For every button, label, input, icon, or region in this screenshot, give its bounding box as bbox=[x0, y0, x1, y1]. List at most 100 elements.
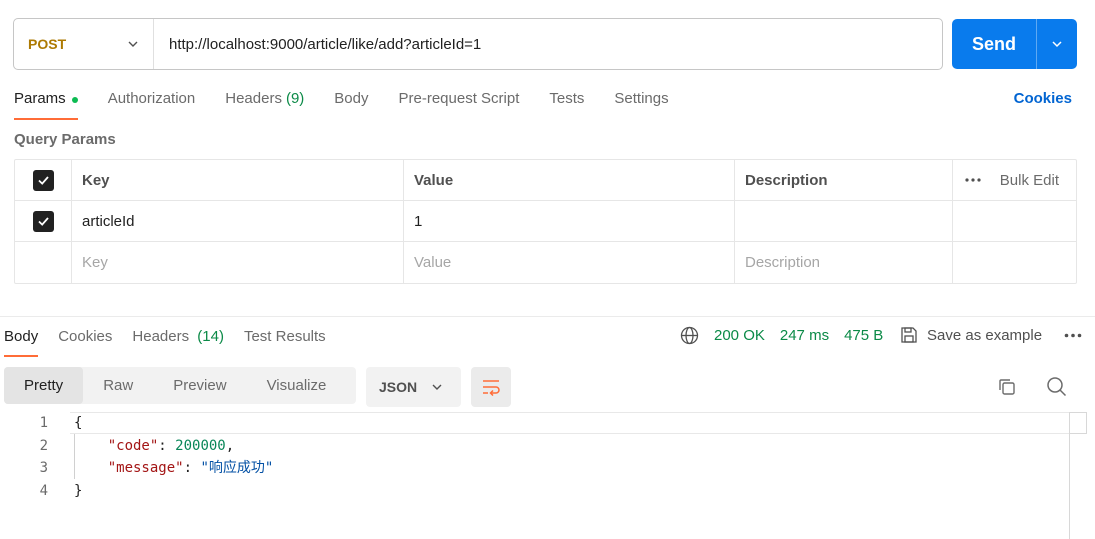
row-actions-cell bbox=[953, 242, 1076, 283]
row-checkbox-cell bbox=[15, 201, 72, 241]
more-options-icon[interactable] bbox=[1064, 333, 1082, 338]
wrap-lines-button[interactable] bbox=[471, 367, 511, 407]
json-comma: , bbox=[225, 437, 235, 454]
response-size[interactable]: 475 B bbox=[844, 327, 883, 344]
view-visualize[interactable]: Visualize bbox=[247, 367, 347, 404]
response-status: 200 OK 247 ms 475 B bbox=[680, 326, 883, 345]
tab-label: Params bbox=[14, 90, 66, 107]
chevron-down-icon bbox=[1052, 41, 1062, 48]
json-key: "code" bbox=[107, 437, 159, 454]
response-body-editor[interactable]: 1 2 3 4 { "code": 200000, "message": "响应… bbox=[0, 412, 1095, 539]
more-options-icon[interactable] bbox=[965, 178, 981, 182]
response-time[interactable]: 247 ms bbox=[780, 327, 829, 344]
chevron-down-icon bbox=[432, 384, 442, 390]
value-column-header: Value bbox=[404, 160, 735, 200]
url-input[interactable]: http://localhost:9000/article/like/add?a… bbox=[154, 36, 481, 53]
new-key-input[interactable]: Key bbox=[72, 242, 404, 283]
query-params-table: Key Value Description Bulk Edit articleI… bbox=[14, 159, 1077, 284]
tab-label: Body bbox=[4, 328, 39, 345]
headers-count: (9) bbox=[285, 90, 305, 107]
minimap[interactable] bbox=[1069, 412, 1087, 434]
params-active-dot bbox=[71, 97, 78, 103]
check-icon bbox=[37, 175, 49, 185]
json-key: "message" bbox=[107, 460, 184, 476]
save-icon bbox=[901, 327, 917, 343]
bulk-edit-button[interactable]: Bulk Edit bbox=[1000, 172, 1059, 189]
tab-label: Headers bbox=[132, 328, 190, 345]
status-code[interactable]: 200 OK bbox=[714, 327, 765, 344]
chevron-down-icon bbox=[128, 41, 138, 47]
param-value-input[interactable]: 1 bbox=[404, 201, 735, 241]
wrap-lines-icon bbox=[483, 380, 500, 396]
tab-label: Authorization bbox=[107, 90, 196, 107]
editor-scrollbar-track[interactable] bbox=[1069, 412, 1070, 539]
json-close-brace: } bbox=[74, 482, 83, 499]
json-value: 200000 bbox=[175, 437, 226, 454]
select-all-cell bbox=[15, 160, 72, 200]
new-value-input[interactable]: Value bbox=[404, 242, 735, 283]
method-select[interactable]: POST bbox=[14, 19, 154, 69]
tab-authorization[interactable]: Authorization bbox=[108, 86, 196, 120]
send-button[interactable]: Send bbox=[952, 34, 1036, 55]
format-select[interactable]: JSON bbox=[366, 367, 461, 407]
tab-test-results[interactable]: Test Results bbox=[244, 324, 326, 357]
tab-response-cookies[interactable]: Cookies bbox=[58, 324, 112, 357]
param-key-input[interactable]: articleId bbox=[72, 201, 404, 241]
tab-body[interactable]: Body bbox=[334, 86, 368, 120]
tab-label: Settings bbox=[614, 90, 669, 107]
line-number: 4 bbox=[39, 482, 48, 499]
row-actions-cell bbox=[953, 201, 1076, 241]
table-row: articleId 1 bbox=[15, 201, 1076, 242]
method-label: POST bbox=[28, 36, 67, 52]
tab-response-headers[interactable]: Headers (14) bbox=[132, 324, 224, 357]
json-open-brace: { bbox=[74, 415, 83, 431]
search-icon[interactable] bbox=[1046, 376, 1067, 397]
bulk-edit-cell: Bulk Edit bbox=[953, 160, 1076, 200]
response-divider bbox=[0, 316, 1095, 317]
response-headers-count: (14) bbox=[197, 328, 224, 345]
tab-label: Headers bbox=[225, 90, 282, 107]
view-preview[interactable]: Preview bbox=[153, 367, 246, 404]
param-description-input[interactable] bbox=[735, 201, 953, 241]
tab-settings[interactable]: Settings bbox=[614, 86, 668, 120]
tab-params[interactable]: Params bbox=[14, 86, 78, 120]
view-raw[interactable]: Raw bbox=[83, 367, 153, 404]
line-number: 2 bbox=[39, 437, 48, 454]
key-column-header: Key bbox=[72, 160, 404, 200]
code-line: "code": 200000, bbox=[107, 437, 235, 454]
new-description-input[interactable]: Description bbox=[735, 242, 953, 283]
tab-pre-request-script[interactable]: Pre-request Script bbox=[399, 86, 520, 120]
save-as-example-label: Save as example bbox=[927, 326, 1043, 344]
globe-icon[interactable] bbox=[680, 326, 699, 345]
tab-label: Pre-request Script bbox=[398, 90, 520, 107]
tab-label: Body bbox=[334, 90, 369, 107]
check-icon bbox=[37, 216, 49, 226]
tab-label: Test Results bbox=[243, 328, 326, 345]
format-label: JSON bbox=[379, 379, 418, 395]
table-header-row: Key Value Description Bulk Edit bbox=[15, 160, 1076, 201]
tab-headers[interactable]: Headers (9) bbox=[225, 86, 304, 120]
line-number: 3 bbox=[39, 460, 48, 476]
url-bar: POST http://localhost:9000/article/like/… bbox=[13, 18, 943, 70]
cookies-link[interactable]: Cookies bbox=[1014, 90, 1072, 107]
send-button-group: Send bbox=[952, 19, 1077, 69]
query-params-title: Query Params bbox=[14, 131, 116, 148]
view-pretty[interactable]: Pretty bbox=[4, 367, 84, 404]
view-mode-selector: Pretty Raw Preview Visualize bbox=[4, 367, 356, 404]
table-row-new: Key Value Description bbox=[15, 242, 1076, 283]
code-line: { bbox=[74, 412, 273, 435]
save-as-example-button[interactable]: Save as example bbox=[900, 326, 1042, 344]
row-checkbox[interactable] bbox=[32, 210, 54, 232]
code-line: "message": "响应成功" bbox=[107, 460, 274, 476]
tab-label: Tests bbox=[549, 90, 585, 107]
copy-icon[interactable] bbox=[997, 377, 1017, 397]
select-all-checkbox[interactable] bbox=[32, 169, 54, 191]
send-options-button[interactable] bbox=[1037, 37, 1077, 51]
json-value: "响应成功" bbox=[200, 460, 274, 476]
row-checkbox-cell bbox=[15, 242, 72, 283]
request-tabs: Params Authorization Headers (9) Body Pr… bbox=[14, 86, 699, 120]
tab-response-body[interactable]: Body bbox=[4, 324, 39, 357]
tab-label: Cookies bbox=[58, 328, 113, 345]
tab-tests[interactable]: Tests bbox=[549, 86, 584, 120]
description-column-header: Description bbox=[735, 160, 953, 200]
